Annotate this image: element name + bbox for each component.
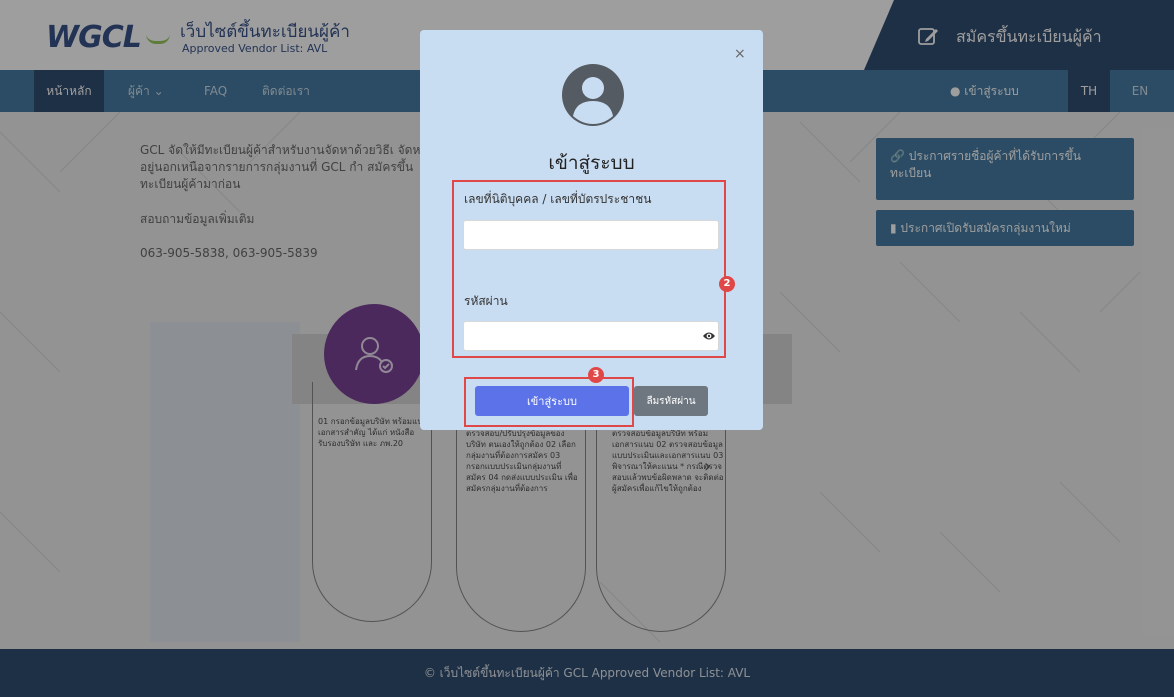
login-button[interactable]: เข้าสู่ระบบ bbox=[475, 386, 629, 416]
modal-title: เข้าสู่ระบบ bbox=[548, 152, 635, 174]
user-avatar-icon bbox=[562, 64, 624, 126]
forgot-password-button[interactable]: ลืมรหัสผ่าน bbox=[634, 386, 708, 416]
close-icon[interactable]: × bbox=[734, 46, 746, 62]
step-badge-2: 2 bbox=[719, 276, 735, 292]
highlight-fields-box bbox=[452, 180, 726, 358]
step-badge-3: 3 bbox=[588, 367, 604, 383]
